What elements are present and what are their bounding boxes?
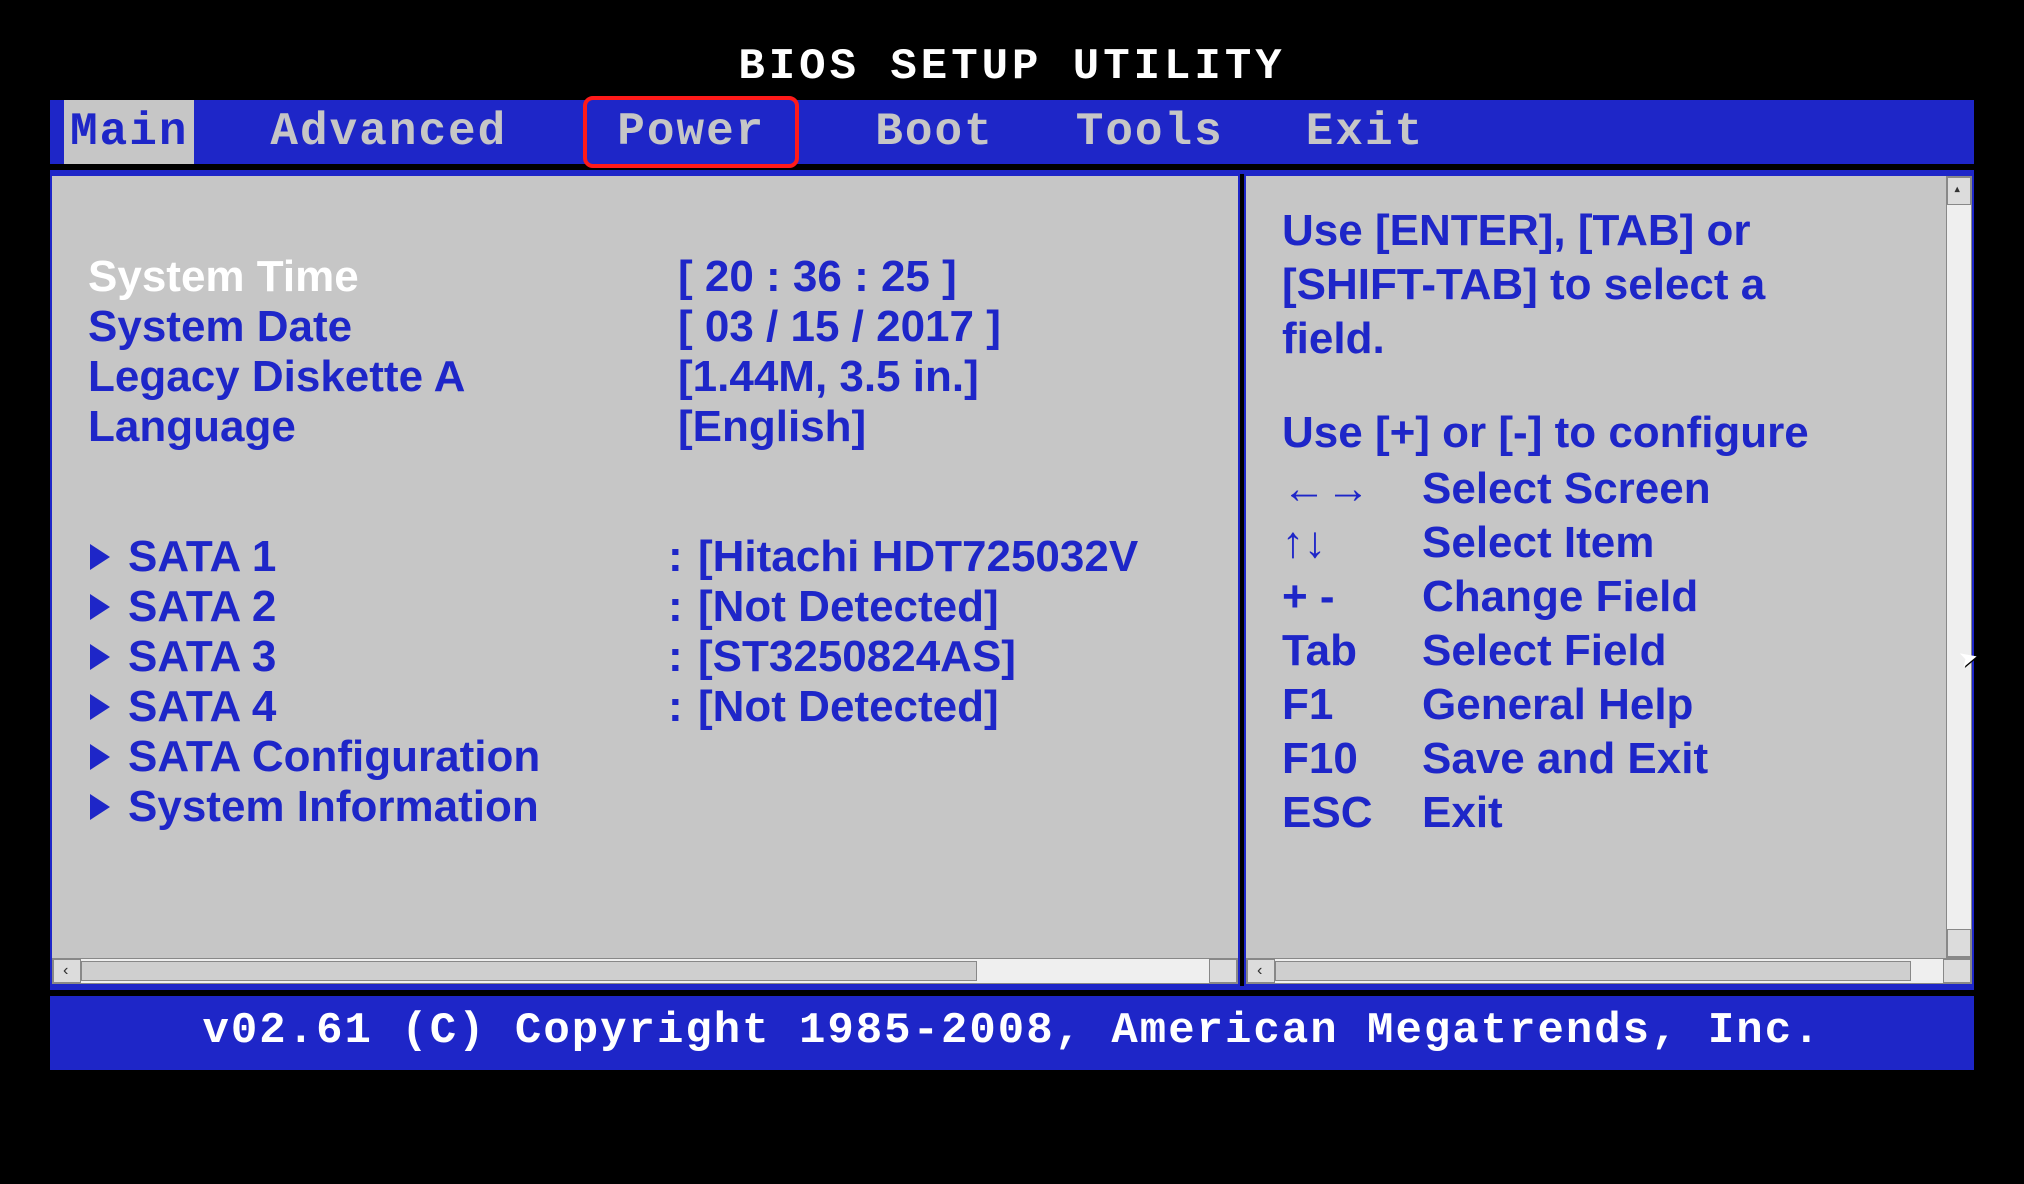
triangle-icon [90, 694, 110, 720]
hotkey-key: Tab [1282, 626, 1422, 676]
separator: : [668, 682, 698, 732]
separator: : [668, 532, 698, 582]
hotkey-change-field: + - Change Field [1282, 572, 1932, 622]
submenu-sata2[interactable]: SATA 2 : [Not Detected] [88, 582, 1210, 632]
hotkey-desc: Exit [1422, 788, 1503, 838]
hotkey-general-help: F1 General Help [1282, 680, 1932, 730]
scroll-thumb[interactable] [1275, 961, 1911, 981]
hotkey-select-item: ↑↓ Select Item [1282, 518, 1932, 568]
hotkey-save-and-exit: F10 Save and Exit [1282, 734, 1932, 784]
value-system-time[interactable]: [ 20 : 36 : 25 ] [678, 252, 957, 302]
tab-exit[interactable]: Exit [1300, 100, 1430, 164]
right-vertical-scrollbar[interactable]: ▴ ▾ [1946, 176, 1972, 958]
row-language[interactable]: Language [English] [88, 402, 1210, 452]
hotkey-key: ↑↓ [1282, 518, 1422, 568]
help-text: [SHIFT-TAB] to select a [1282, 260, 1932, 310]
value-sata2: [Not Detected] [698, 582, 999, 632]
copyright-footer: v02.61 (C) Copyright 1985-2008, American… [50, 996, 1974, 1070]
hotkey-desc: Save and Exit [1422, 734, 1708, 784]
hotkey-table: ←→ Select Screen ↑↓ Select Item + - Chan… [1282, 464, 1932, 838]
left-horizontal-scrollbar[interactable]: ‹ › [52, 958, 1238, 984]
hotkey-desc: Select Screen [1422, 464, 1711, 514]
label-sata3: SATA 3 [128, 632, 668, 682]
hotkey-key: F10 [1282, 734, 1422, 784]
label-sata1: SATA 1 [128, 532, 668, 582]
label-legacy-diskette: Legacy Diskette A [88, 352, 678, 402]
tab-boot[interactable]: Boot [869, 100, 999, 164]
scroll-up-icon[interactable]: ▴ [1953, 181, 1961, 198]
hotkey-desc: Change Field [1422, 572, 1698, 622]
hotkey-desc: General Help [1422, 680, 1693, 730]
label-sata4: SATA 4 [128, 682, 668, 732]
triangle-icon [90, 794, 110, 820]
triangle-icon [90, 594, 110, 620]
value-sata4: [Not Detected] [698, 682, 999, 732]
tab-advanced[interactable]: Advanced [264, 100, 513, 164]
separator: : [668, 632, 698, 682]
value-legacy-diskette[interactable]: [1.44M, 3.5 in.] [678, 352, 979, 402]
help-pane: Use [ENTER], [TAB] or [SHIFT-TAB] to sel… [1244, 174, 1974, 986]
row-system-date[interactable]: System Date [ 03 / 15 / 2017 ] [88, 302, 1210, 352]
scroll-left-icon[interactable]: ‹ [61, 962, 71, 980]
submenu-sata3[interactable]: SATA 3 : [ST3250824AS] [88, 632, 1210, 682]
submenu-sata4[interactable]: SATA 4 : [Not Detected] [88, 682, 1210, 732]
label-sata-configuration: SATA Configuration [128, 732, 540, 782]
submenu-system-information[interactable]: System Information [88, 782, 1210, 832]
settings-pane: System Time [ 20 : 36 : 25 ] System Date… [50, 174, 1240, 986]
help-text: Use [+] or [-] to configure [1282, 408, 1932, 458]
right-horizontal-scrollbar[interactable]: ‹ › [1246, 958, 1972, 984]
tab-power[interactable]: Power [583, 96, 799, 168]
hotkey-exit: ESC Exit [1282, 788, 1932, 838]
hotkey-key: F1 [1282, 680, 1422, 730]
scroll-right-icon[interactable]: › [1221, 962, 1231, 980]
scroll-down-icon[interactable]: ▾ [1953, 936, 1961, 953]
scroll-left-icon[interactable]: ‹ [1255, 962, 1265, 980]
hotkey-select-field: Tab Select Field [1282, 626, 1932, 676]
separator: : [668, 582, 698, 632]
hotkey-select-screen: ←→ Select Screen [1282, 464, 1932, 514]
bios-title: BIOS SETUP UTILITY [50, 42, 1974, 92]
hotkey-key: + - [1282, 572, 1422, 622]
label-system-information: System Information [128, 782, 539, 832]
row-legacy-diskette[interactable]: Legacy Diskette A [1.44M, 3.5 in.] [88, 352, 1210, 402]
help-text: Use [ENTER], [TAB] or [1282, 206, 1932, 256]
submenu-sata1[interactable]: SATA 1 : [Hitachi HDT725032V [88, 532, 1210, 582]
triangle-icon [90, 544, 110, 570]
label-language: Language [88, 402, 678, 452]
label-system-date: System Date [88, 302, 678, 352]
help-text: field. [1282, 314, 1932, 364]
tab-main[interactable]: Main [64, 100, 194, 164]
triangle-icon [90, 744, 110, 770]
menu-tabbar: Main Advanced Power Boot Tools Exit [50, 100, 1974, 164]
hotkey-desc: Select Field [1422, 626, 1667, 676]
submenu-sata-configuration[interactable]: SATA Configuration [88, 732, 1210, 782]
label-system-time: System Time [88, 252, 678, 302]
triangle-icon [90, 644, 110, 670]
row-system-time[interactable]: System Time [ 20 : 36 : 25 ] [88, 252, 1210, 302]
value-language[interactable]: [English] [678, 402, 866, 452]
scroll-thumb[interactable] [81, 961, 977, 981]
value-sata1: [Hitachi HDT725032V [698, 532, 1138, 582]
value-sata3: [ST3250824AS] [698, 632, 1016, 682]
hotkey-key: ←→ [1282, 464, 1422, 514]
tab-tools[interactable]: Tools [1070, 100, 1230, 164]
hotkey-desc: Select Item [1422, 518, 1654, 568]
hotkey-key: ESC [1282, 788, 1422, 838]
value-system-date[interactable]: [ 03 / 15 / 2017 ] [678, 302, 1001, 352]
scroll-right-icon[interactable]: › [1955, 962, 1965, 980]
label-sata2: SATA 2 [128, 582, 668, 632]
